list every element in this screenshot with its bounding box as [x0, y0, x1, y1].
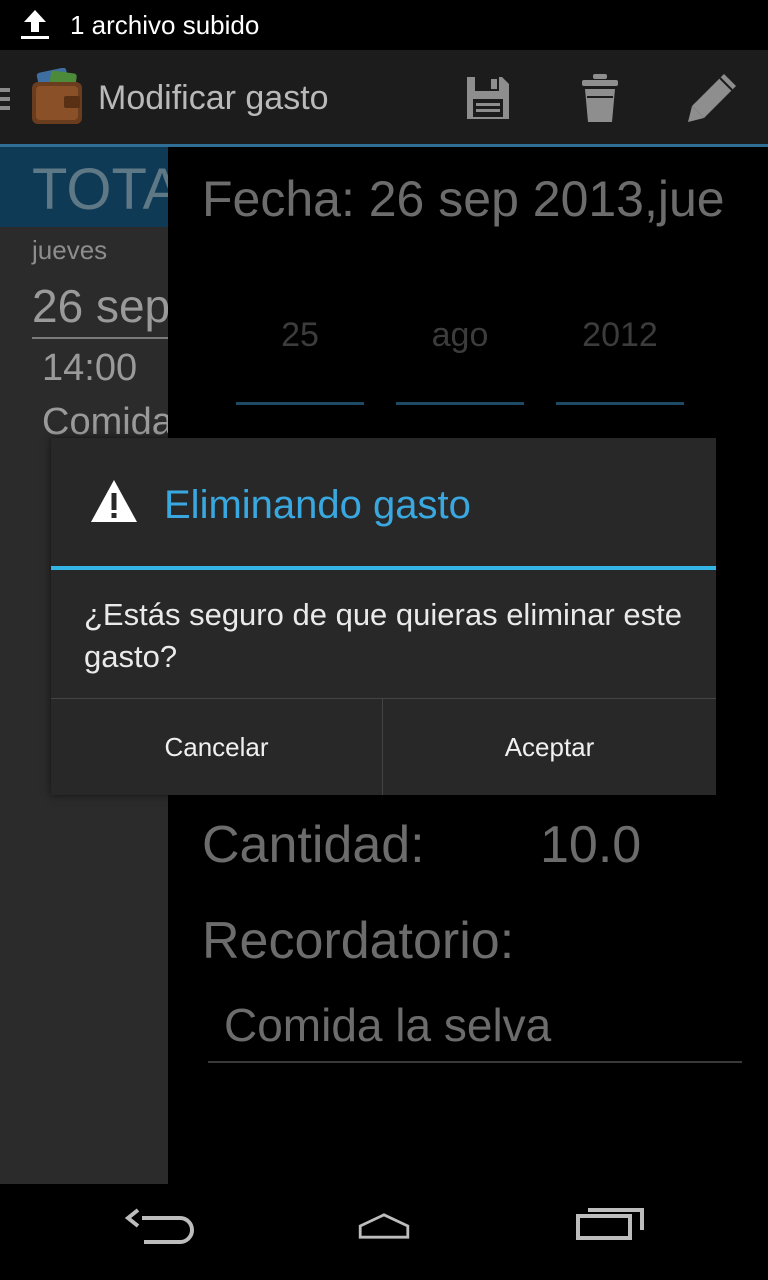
- action-bar: Modificar gasto: [0, 50, 768, 147]
- trash-icon[interactable]: [580, 72, 620, 124]
- edit-icon[interactable]: [684, 70, 740, 126]
- date-divider: [32, 337, 168, 339]
- list-item-day: jueves: [32, 235, 108, 265]
- amount-label: Cantidad:: [202, 816, 425, 874]
- navigation-bar: [0, 1184, 768, 1280]
- year-picker[interactable]: 2012: [556, 315, 684, 355]
- day-picker[interactable]: 25: [236, 315, 364, 355]
- delete-confirmation-dialog: Eliminando gasto ¿Estás seguro de que qu…: [51, 438, 716, 795]
- list-item-time[interactable]: 14:00: [42, 347, 137, 390]
- home-icon[interactable]: [346, 1212, 422, 1240]
- accept-button[interactable]: Aceptar: [383, 699, 716, 795]
- cancel-button[interactable]: Cancelar: [51, 699, 382, 795]
- screen-title: Modificar gasto: [98, 79, 329, 117]
- wallet-icon[interactable]: [30, 68, 84, 126]
- month-picker-underline: [396, 402, 524, 405]
- date-label: Fecha: 26 sep 2013,jue: [202, 171, 725, 227]
- save-icon[interactable]: [464, 74, 512, 122]
- warning-icon: [91, 480, 137, 522]
- dialog-title: Eliminando gasto: [164, 483, 471, 527]
- amount-value[interactable]: 10.0: [540, 815, 641, 875]
- dialog-title-divider: [51, 566, 716, 570]
- total-header: TOTA: [0, 147, 168, 227]
- menu-icon[interactable]: [0, 84, 10, 114]
- dialog-message: ¿Estás seguro de que quieras eliminar es…: [84, 597, 682, 674]
- upload-icon: [21, 10, 49, 39]
- day-picker-underline: [236, 402, 364, 405]
- total-label: TOTA: [32, 157, 168, 222]
- recents-icon[interactable]: [574, 1206, 646, 1242]
- reminder-input[interactable]: Comida la selva: [208, 997, 742, 1063]
- notification-text: 1 archivo subido: [70, 10, 260, 40]
- list-item-date[interactable]: 26 sep: [32, 279, 168, 333]
- back-icon[interactable]: [124, 1208, 196, 1248]
- month-picker[interactable]: ago: [396, 315, 524, 355]
- status-bar: 1 archivo subido: [0, 0, 768, 50]
- reminder-label: Recordatorio:: [202, 912, 515, 970]
- year-picker-underline: [556, 402, 684, 405]
